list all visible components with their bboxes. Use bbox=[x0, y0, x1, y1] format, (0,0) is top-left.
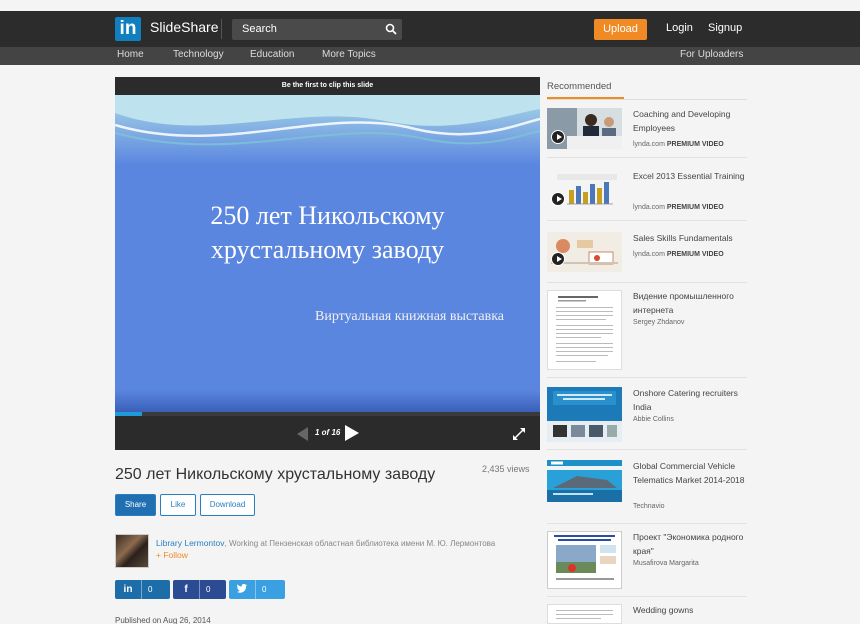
slide-wave-decoration bbox=[115, 95, 540, 165]
recommended-source-name: Abbie Collins bbox=[633, 416, 674, 423]
recommended-thumbnail[interactable] bbox=[547, 387, 622, 442]
recommended-heading[interactable]: Recommended bbox=[547, 81, 611, 92]
recommended-source: Musafirova Margarita bbox=[633, 560, 753, 567]
recommended-thumbnail[interactable] bbox=[547, 232, 622, 272]
facebook-share-button[interactable]: f0 bbox=[173, 580, 226, 599]
slide-bottom-band bbox=[115, 390, 540, 412]
recommended-thumbnail[interactable] bbox=[547, 604, 622, 624]
recommended-source-name: Musafirova Margarita bbox=[633, 560, 699, 567]
nav-education[interactable]: Education bbox=[250, 49, 294, 60]
facebook-icon: f bbox=[184, 584, 188, 595]
nav-for-uploaders[interactable]: For Uploaders bbox=[680, 49, 743, 60]
recommended-separator bbox=[547, 282, 747, 283]
recommended-thumbnail[interactable] bbox=[547, 531, 622, 589]
recommended-title[interactable]: Onshore Catering recruiters India bbox=[633, 387, 748, 414]
slide-subtitle: Виртуальная книжная выставка bbox=[315, 309, 504, 324]
view-count: 2,435 views bbox=[482, 464, 530, 474]
recommended-separator bbox=[547, 220, 747, 221]
recommended-title[interactable]: Excel 2013 Essential Training bbox=[633, 170, 748, 184]
upload-button[interactable]: Upload bbox=[594, 19, 647, 40]
recommended-thumbnail[interactable] bbox=[547, 460, 622, 502]
twitter-share-count: 0 bbox=[255, 580, 266, 599]
recommended-title[interactable]: Global Commercial Vehicle Telematics Mar… bbox=[633, 460, 748, 487]
author-line: Library Lermontov, Working at Пензенская… bbox=[156, 538, 536, 548]
play-icon bbox=[551, 130, 565, 144]
slideshare-brand[interactable]: SlideShare bbox=[150, 19, 219, 35]
next-slide-icon[interactable] bbox=[345, 425, 359, 441]
search-icon[interactable] bbox=[385, 23, 397, 35]
recommended-source: Technavio bbox=[633, 503, 753, 510]
recommended-source: Sergey Zhdanov bbox=[633, 319, 753, 326]
nav-technology[interactable]: Technology bbox=[173, 49, 224, 60]
slide-title-line-1: 250 лет Никольскому bbox=[210, 201, 445, 230]
play-icon bbox=[551, 192, 565, 206]
recommended-source: lynda.com PREMIUM VIDEO bbox=[633, 204, 753, 211]
follow-button[interactable]: + Follow bbox=[156, 550, 188, 560]
previous-slide-icon[interactable] bbox=[297, 427, 309, 441]
recommended-separator bbox=[547, 377, 747, 378]
recommended-title[interactable]: Wedding gowns bbox=[633, 604, 748, 618]
facebook-share-count: 0 bbox=[199, 580, 210, 599]
recommended-source-name: Sergey Zhdanov bbox=[633, 319, 685, 326]
recommended-thumbnail[interactable] bbox=[547, 108, 622, 149]
login-link[interactable]: Login bbox=[666, 22, 693, 34]
recommended-separator bbox=[547, 523, 747, 524]
document-title: 250 лет Никольскому хрустальному заводу bbox=[115, 466, 436, 483]
page-indicator: 1 of 16 bbox=[315, 428, 341, 437]
premium-badge: PREMIUM VIDEO bbox=[666, 141, 724, 148]
signup-link[interactable]: Signup bbox=[708, 22, 742, 34]
recommended-title[interactable]: Проект "Экономика родного края" bbox=[633, 531, 748, 558]
share-button[interactable]: Share bbox=[115, 494, 156, 516]
published-date: Published on Aug 26, 2014 bbox=[115, 616, 211, 624]
nav-home[interactable]: Home bbox=[117, 49, 144, 60]
recommended-source-name: lynda.com bbox=[633, 251, 665, 258]
recommended-thumbnail[interactable] bbox=[547, 170, 622, 212]
recommended-separator bbox=[547, 596, 747, 597]
recommended-source-name: Technavio bbox=[633, 503, 665, 510]
linkedin-icon: in bbox=[123, 584, 133, 595]
recommended-title[interactable]: Видение промышленного интернета bbox=[633, 290, 748, 317]
linkedin-share-count: 0 bbox=[141, 580, 152, 599]
slide-title: 250 лет Никольскому хрустальному заводу bbox=[115, 199, 540, 267]
nav-more-topics[interactable]: More Topics bbox=[322, 49, 376, 60]
recommended-divider bbox=[547, 99, 747, 100]
twitter-share-button[interactable]: 0 bbox=[229, 580, 285, 599]
player-controls: 1 of 16 bbox=[115, 416, 540, 450]
slide-title-line-2: хрустальному заводу bbox=[210, 235, 445, 264]
slide-view[interactable]: 250 лет Никольскому хрустальному заводу … bbox=[115, 95, 540, 412]
fullscreen-icon[interactable] bbox=[513, 428, 525, 440]
author-name-link[interactable]: Library Lermontov bbox=[156, 538, 225, 548]
recommended-source-name: lynda.com bbox=[633, 204, 665, 211]
recommended-source: lynda.com PREMIUM VIDEO bbox=[633, 251, 753, 258]
recommended-source-name: lynda.com bbox=[633, 141, 665, 148]
search-placeholder: Search bbox=[242, 23, 277, 35]
download-button[interactable]: Download bbox=[200, 494, 255, 516]
twitter-icon bbox=[229, 580, 255, 599]
recommended-title[interactable]: Sales Skills Fundamentals bbox=[633, 232, 748, 246]
recommended-thumbnail[interactable] bbox=[547, 290, 622, 370]
recommended-separator bbox=[547, 449, 747, 450]
recommended-source: lynda.com PREMIUM VIDEO bbox=[633, 141, 753, 148]
recommended-source: Abbie Collins bbox=[633, 416, 753, 423]
like-button[interactable]: Like bbox=[160, 494, 196, 516]
linkedin-logo[interactable]: in bbox=[115, 17, 141, 41]
clip-slide-link[interactable]: Be the first to clip this slide bbox=[115, 77, 540, 95]
linkedin-share-button[interactable]: in 0 bbox=[115, 580, 170, 599]
premium-badge: PREMIUM VIDEO bbox=[666, 251, 724, 258]
premium-badge: PREMIUM VIDEO bbox=[666, 204, 724, 211]
play-icon bbox=[551, 252, 565, 266]
search-input[interactable]: Search bbox=[232, 19, 402, 40]
header-divider bbox=[221, 19, 222, 39]
author-avatar[interactable] bbox=[115, 534, 149, 568]
recommended-separator bbox=[547, 157, 747, 158]
recommended-title[interactable]: Coaching and Developing Employees bbox=[633, 108, 748, 135]
author-info: , Working at Пензенская областная библио… bbox=[224, 539, 496, 548]
slide-player[interactable]: Be the first to clip this slide 250 лет … bbox=[115, 77, 540, 450]
